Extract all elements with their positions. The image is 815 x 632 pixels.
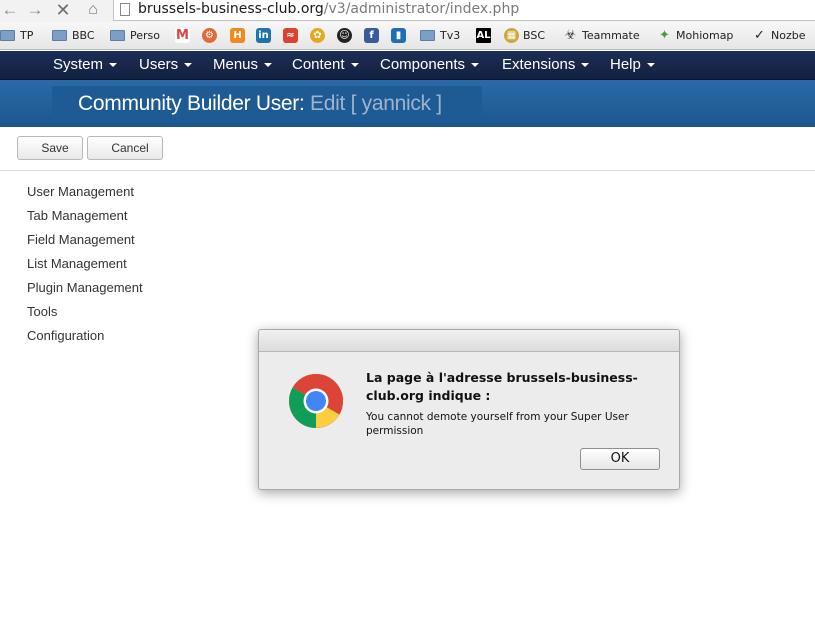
hootsuite-icon: H bbox=[230, 27, 245, 43]
sidebar-item-tools[interactable]: Tools bbox=[27, 303, 227, 327]
bookmark-al[interactable]: AL bbox=[476, 27, 495, 45]
nozbe-icon: ✓ bbox=[754, 27, 765, 43]
caret-down-icon bbox=[264, 63, 273, 68]
bookmark-bbc[interactable]: BBC bbox=[52, 27, 95, 45]
menu-components[interactable]: Components bbox=[380, 51, 480, 80]
save-button[interactable]: Save bbox=[17, 136, 83, 160]
sidebar-item-user-management[interactable]: User Management bbox=[27, 183, 227, 207]
bookmark-feed[interactable]: ≈ bbox=[283, 27, 302, 45]
caret-down-icon bbox=[581, 63, 590, 68]
mohiomap-icon: ✦ bbox=[659, 27, 670, 43]
ok-button[interactable]: OK bbox=[580, 448, 660, 470]
bookmark-flower[interactable]: ✿ bbox=[310, 27, 329, 45]
page-title: Community Builder User: Edit [ yannick ] bbox=[78, 92, 442, 115]
page-header: Community Builder User: Edit [ yannick ] bbox=[0, 80, 815, 127]
back-icon[interactable]: ← bbox=[0, 0, 20, 20]
stop-icon[interactable]: ✕ bbox=[53, 0, 73, 20]
bookmark-facebook[interactable]: f bbox=[364, 27, 383, 45]
caret-down-icon bbox=[350, 63, 359, 68]
admin-menu-bar: System Users Menus Content Components Ex… bbox=[0, 51, 815, 80]
bookmark-bsc[interactable]: ▦ BSC bbox=[504, 27, 545, 45]
sidebar: User Management Tab Management Field Man… bbox=[27, 183, 227, 351]
menu-users[interactable]: Users bbox=[139, 51, 193, 80]
bookmark-tv3[interactable]: Tv3 bbox=[420, 27, 460, 45]
gear-icon: ⚙ bbox=[202, 27, 217, 43]
address-field[interactable]: brussels-business-club.org/v3/administra… bbox=[113, 0, 815, 21]
menu-content[interactable]: Content bbox=[292, 51, 359, 80]
home-icon[interactable]: ⌂ bbox=[83, 0, 103, 20]
caret-down-icon bbox=[471, 63, 480, 68]
grid-icon: ▦ bbox=[504, 27, 519, 43]
smiley-icon: ☺ bbox=[337, 27, 352, 43]
bookmark-perso[interactable]: Perso bbox=[110, 27, 160, 45]
menu-system[interactable]: System bbox=[53, 51, 118, 80]
bookmark-nozbe[interactable]: ✓ Nozbe bbox=[752, 27, 805, 45]
page-subtitle: Edit [ yannick ] bbox=[310, 92, 442, 115]
chrome-logo-icon bbox=[288, 374, 344, 429]
al-icon: AL bbox=[476, 27, 491, 43]
bookmark-linkedin[interactable]: in bbox=[256, 27, 275, 45]
bookmark-teammate[interactable]: ☣ Teammate bbox=[563, 27, 640, 45]
flower-icon: ✿ bbox=[310, 27, 325, 43]
sidebar-item-list-management[interactable]: List Management bbox=[27, 255, 227, 279]
facebook-icon: f bbox=[364, 27, 379, 43]
sidebar-item-configuration[interactable]: Configuration bbox=[27, 327, 227, 351]
cancel-button[interactable]: Cancel bbox=[87, 136, 163, 160]
sidebar-item-tab-management[interactable]: Tab Management bbox=[27, 207, 227, 231]
menu-help[interactable]: Help bbox=[610, 51, 655, 80]
alert-dialog: La page à l'adresse brussels-business-cl… bbox=[258, 329, 680, 490]
browser-url-bar: ← → ✕ ⌂ brussels-business-club.org/v3/ad… bbox=[0, 0, 815, 22]
bookmark-hootsuite[interactable]: H bbox=[230, 27, 249, 45]
caret-down-icon bbox=[184, 63, 193, 68]
folder-icon bbox=[110, 29, 125, 41]
sidebar-item-plugin-management[interactable]: Plugin Management bbox=[27, 279, 227, 303]
linkedin-icon: in bbox=[256, 27, 271, 43]
bookmark-mohiomap[interactable]: ✦ Mohiomap bbox=[657, 27, 733, 45]
gmail-icon: M bbox=[175, 27, 190, 43]
forward-icon[interactable]: → bbox=[25, 0, 45, 20]
feed-icon: ≈ bbox=[283, 27, 298, 43]
bookmark-smiley[interactable]: ☺ bbox=[337, 27, 356, 45]
dialog-message: You cannot demote yourself from your Sup… bbox=[366, 411, 629, 437]
bookmark-trello[interactable]: ▮ bbox=[391, 27, 410, 45]
teammate-icon: ☣ bbox=[564, 27, 577, 43]
bookmark-tp[interactable]: TP bbox=[0, 27, 33, 45]
dialog-titlebar bbox=[259, 330, 679, 352]
bookmark-gmail[interactable]: M bbox=[175, 27, 194, 45]
folder-icon bbox=[52, 29, 67, 41]
url-host: brussels-business-club.org bbox=[138, 1, 324, 17]
folder-icon bbox=[420, 29, 435, 41]
toolbar: Save Cancel bbox=[0, 127, 815, 171]
url-path: /v3/administrator/index.php bbox=[323, 1, 520, 17]
caret-down-icon bbox=[109, 63, 118, 68]
bookmarks-bar: TP BBC Perso M ⚙ H in ≈ ✿ ☺ f ▮ Tv3 AL ▦… bbox=[0, 22, 815, 50]
sidebar-item-field-management[interactable]: Field Management bbox=[27, 231, 227, 255]
menu-extensions[interactable]: Extensions bbox=[502, 51, 590, 80]
page-icon bbox=[120, 3, 130, 16]
caret-down-icon bbox=[646, 63, 655, 68]
bookmark-gear[interactable]: ⚙ bbox=[202, 27, 221, 45]
menu-menus[interactable]: Menus bbox=[213, 51, 273, 80]
folder-icon bbox=[0, 29, 15, 41]
trello-icon: ▮ bbox=[391, 27, 406, 43]
dialog-heading: La page à l'adresse brussels-business-cl… bbox=[366, 370, 638, 403]
